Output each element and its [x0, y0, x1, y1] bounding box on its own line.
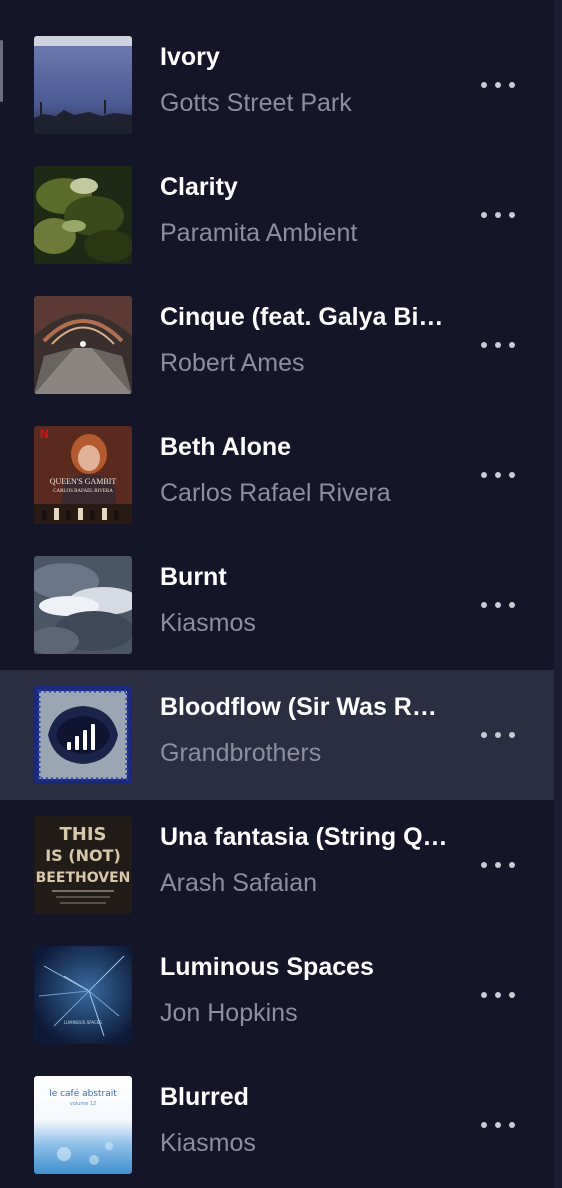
- more-horizontal-icon: [495, 82, 501, 88]
- more-horizontal-icon: [509, 992, 515, 998]
- more-options-button[interactable]: [468, 65, 528, 105]
- track-row-blurred[interactable]: le café abstrait volume 12 Blurred Kiasm…: [0, 1060, 554, 1188]
- more-horizontal-icon: [509, 732, 515, 738]
- track-row-beth-alone[interactable]: N QUEEN'S GAMBIT CARLOS RAFAEL RIVERA Be…: [0, 410, 554, 540]
- album-cover-clarity: [34, 166, 132, 264]
- track-title: Luminous Spaces: [160, 953, 374, 981]
- more-horizontal-icon: [481, 602, 487, 608]
- track-list-panel: Ivory Gotts Street Park Clarity Paramita…: [0, 0, 562, 1188]
- album-cover-una-fantasia: THIS IS (NOT) BEETHOVEN: [34, 816, 132, 914]
- album-cover-cinque: [34, 296, 132, 394]
- cover-title-line-3: BEETHOVEN: [36, 870, 131, 886]
- panel-edge: [554, 0, 562, 1188]
- album-cover-ivory: [34, 36, 132, 134]
- album-cover-luminous-spaces: LUMINOUS SPACES: [34, 946, 132, 1044]
- more-options-button[interactable]: [468, 845, 528, 885]
- more-horizontal-icon: [495, 212, 501, 218]
- more-horizontal-icon: [495, 862, 501, 868]
- track-row-burnt[interactable]: Burnt Kiasmos: [0, 540, 554, 670]
- cover-title-text: QUEEN'S GAMBIT: [50, 477, 117, 486]
- track-title: Cinque (feat. Galya Bisengalieva): [160, 303, 450, 331]
- track-artist: Jon Hopkins: [160, 999, 298, 1027]
- track-title: Beth Alone: [160, 433, 292, 461]
- more-horizontal-icon: [481, 1122, 487, 1128]
- track-row-cinque[interactable]: Cinque (feat. Galya Bisengalieva) Robert…: [0, 280, 554, 410]
- more-horizontal-icon: [481, 992, 487, 998]
- track-artist: Gotts Street Park: [160, 89, 352, 117]
- more-horizontal-icon: [509, 602, 515, 608]
- more-horizontal-icon: [509, 342, 515, 348]
- track-row-una-fantasia[interactable]: THIS IS (NOT) BEETHOVEN Una fantasia (St…: [0, 800, 554, 930]
- more-options-button[interactable]: [468, 455, 528, 495]
- track-row-clarity[interactable]: Clarity Paramita Ambient: [0, 150, 554, 280]
- netflix-logo: N: [40, 427, 49, 441]
- album-cover-beth-alone: N QUEEN'S GAMBIT CARLOS RAFAEL RIVERA: [34, 426, 132, 524]
- more-horizontal-icon: [481, 862, 487, 868]
- track-row-bloodflow[interactable]: Bloodflow (Sir Was Remix) Grandbrothers: [0, 670, 554, 800]
- album-cover-blurred: le café abstrait volume 12: [34, 1076, 132, 1174]
- more-horizontal-icon: [495, 342, 501, 348]
- track-artist: Grandbrothers: [160, 739, 322, 767]
- track-title: Clarity: [160, 173, 238, 201]
- more-horizontal-icon: [509, 212, 515, 218]
- cover-title-line-1: THIS: [59, 824, 106, 845]
- more-horizontal-icon: [495, 992, 501, 998]
- more-horizontal-icon: [495, 1122, 501, 1128]
- track-title: Una fantasia (String Quartet): [160, 823, 450, 851]
- album-cover-bloodflow: [34, 686, 132, 784]
- track-artist: Robert Ames: [160, 349, 305, 377]
- more-horizontal-icon: [481, 472, 487, 478]
- track-title: Bloodflow (Sir Was Remix): [160, 693, 450, 721]
- more-horizontal-icon: [495, 602, 501, 608]
- more-horizontal-icon: [481, 212, 487, 218]
- more-horizontal-icon: [481, 82, 487, 88]
- track-list: Ivory Gotts Street Park Clarity Paramita…: [0, 20, 554, 1188]
- track-artist: Paramita Ambient: [160, 219, 358, 247]
- now-playing-bars-icon: [65, 724, 101, 750]
- more-options-button[interactable]: [468, 325, 528, 365]
- cover-title-text: le café abstrait: [49, 1088, 117, 1099]
- cover-title-text: LUMINOUS SPACES: [64, 1020, 102, 1025]
- more-options-button[interactable]: [468, 195, 528, 235]
- cover-title-line-2: IS (NOT): [45, 846, 121, 865]
- track-title: Burnt: [160, 563, 227, 591]
- more-horizontal-icon: [481, 342, 487, 348]
- more-horizontal-icon: [509, 862, 515, 868]
- track-title: Blurred: [160, 1083, 249, 1111]
- album-cover-burnt: [34, 556, 132, 654]
- more-horizontal-icon: [509, 82, 515, 88]
- track-artist: Carlos Rafael Rivera: [160, 479, 391, 507]
- more-options-button[interactable]: [468, 1105, 528, 1145]
- track-row-luminous-spaces[interactable]: LUMINOUS SPACES Luminous Spaces Jon Hopk…: [0, 930, 554, 1060]
- more-horizontal-icon: [495, 732, 501, 738]
- cover-subtitle-text: volume 12: [70, 1101, 96, 1107]
- track-row-ivory[interactable]: Ivory Gotts Street Park: [0, 20, 554, 150]
- track-artist: Arash Safaian: [160, 869, 318, 897]
- track-title: Ivory: [160, 43, 220, 71]
- more-options-button[interactable]: [468, 975, 528, 1015]
- more-options-button[interactable]: [468, 585, 528, 625]
- track-artist: Kiasmos: [160, 609, 256, 637]
- track-artist: Kiasmos: [160, 1129, 256, 1157]
- more-horizontal-icon: [481, 732, 487, 738]
- cover-artist-text: CARLOS RAFAEL RIVERA: [53, 489, 113, 494]
- more-horizontal-icon: [495, 472, 501, 478]
- more-options-button[interactable]: [468, 715, 528, 755]
- more-horizontal-icon: [509, 472, 515, 478]
- more-horizontal-icon: [509, 1122, 515, 1128]
